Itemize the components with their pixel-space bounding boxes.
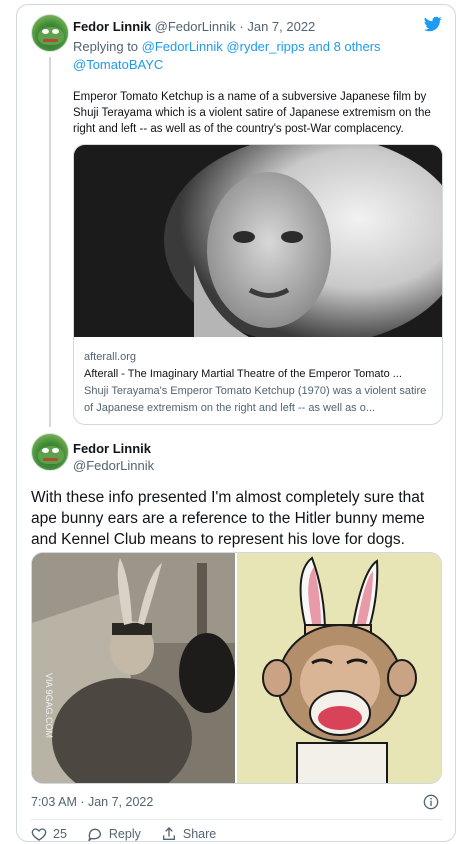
tweet-timestamp[interactable]: 7:03 AM · Jan 7, 2022: [31, 795, 153, 809]
handle[interactable]: @FedorLinnik: [155, 19, 236, 34]
twitter-bird-icon[interactable]: [423, 15, 443, 33]
card-photo: [74, 145, 442, 337]
replying-to-label: Replying to: [73, 39, 139, 54]
mention-link[interactable]: @FedorLinnik: [142, 39, 223, 54]
card-title: Afterall - The Imaginary Martial Theatre…: [84, 368, 402, 380]
reply-label: Reply: [108, 827, 141, 841]
divider: [31, 819, 443, 820]
media-grid[interactable]: VIA 9GAG.COM: [31, 552, 442, 784]
tweet-embed: Fedor Linnik @FedorLinnik · Jan 7, 2022 …: [16, 4, 456, 842]
display-name[interactable]: Fedor Linnik: [73, 440, 151, 457]
reply-bubble-icon: [88, 828, 101, 841]
avatar[interactable]: [31, 433, 69, 471]
share-button[interactable]: Share: [161, 826, 217, 841]
card-text: afterall.org Afterall - The Imaginary Ma…: [84, 349, 434, 417]
mention-link[interactable]: @TomatoBAYC: [73, 57, 163, 72]
avatar[interactable]: [31, 14, 69, 52]
photo-right[interactable]: [237, 553, 442, 784]
info-icon[interactable]: [423, 794, 439, 810]
thread-connector-line: [49, 57, 51, 427]
share-icon: [162, 827, 175, 840]
like-count: 25: [53, 827, 67, 841]
tweet1-text: Emperor Tomato Ketchup is a name of a su…: [73, 91, 431, 135]
reply-button[interactable]: Reply: [87, 826, 141, 841]
reply-context: Replying to @FedorLinnik @ryder_ripps an…: [73, 38, 443, 74]
card-domain: afterall.org: [84, 351, 136, 363]
action-bar: 25 Reply Share: [31, 824, 236, 841]
handle[interactable]: @FedorLinnik: [73, 457, 154, 474]
heart-icon: [31, 828, 47, 841]
share-label: Share: [182, 827, 217, 841]
like-button[interactable]: 25: [31, 826, 67, 841]
mention-link[interactable]: @ryder_ripps: [226, 39, 304, 54]
link-preview-card[interactable]: afterall.org Afterall - The Imaginary Ma…: [73, 144, 443, 425]
tweet2-text: With these info presented I'm almost com…: [31, 489, 425, 548]
dot-separator: ·: [239, 19, 244, 34]
display-name[interactable]: Fedor Linnik: [73, 19, 151, 34]
photo-left[interactable]: VIA 9GAG.COM: [32, 553, 235, 784]
tweet1-header: Fedor Linnik @FedorLinnik · Jan 7, 2022: [73, 18, 315, 35]
watermark-text: VIA 9GAG.COM: [44, 673, 54, 738]
tweet-date[interactable]: Jan 7, 2022: [247, 19, 315, 34]
others-link[interactable]: and 8 others: [308, 39, 380, 54]
card-description: Shuji Terayama's Emperor Tomato Ketchup …: [84, 385, 427, 414]
